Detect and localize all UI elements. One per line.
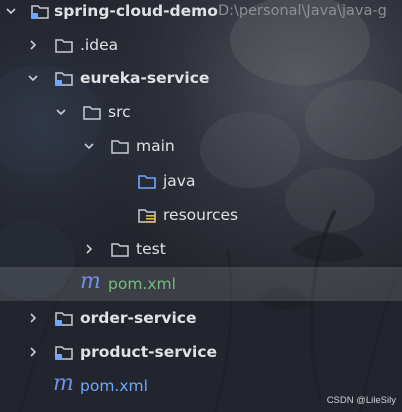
tree-row-java[interactable]: java: [0, 164, 402, 198]
module-folder-icon: [31, 5, 49, 19]
tree-label-test: test: [136, 240, 166, 258]
folder-icon: [111, 140, 129, 154]
maven-icon: m: [80, 269, 101, 294]
project-tree: spring-cloud-demo D:\personal\Java\java-…: [0, 0, 402, 412]
module-folder-icon: [55, 72, 73, 86]
folder-icon: [83, 106, 101, 120]
tree-row-root[interactable]: spring-cloud-demo D:\personal\Java\java-…: [0, 0, 402, 28]
module-folder-icon: [55, 346, 73, 360]
tree-row-product-service[interactable]: product-service: [0, 335, 402, 369]
tree-label-main: main: [136, 137, 175, 155]
tree-row-idea[interactable]: .idea: [0, 28, 402, 62]
chevron-right-icon[interactable]: [26, 311, 40, 325]
tree-row-eureka-service[interactable]: eureka-service: [0, 61, 402, 95]
resources-folder-icon: [138, 209, 156, 223]
chevron-down-icon[interactable]: [26, 71, 40, 85]
tree-label-eureka-service: eureka-service: [80, 69, 210, 87]
tree-label-root-pom-xml: pom.xml: [80, 377, 148, 395]
tree-row-main[interactable]: main: [0, 129, 402, 163]
chevron-down-icon[interactable]: [54, 105, 68, 119]
tree-row-order-service[interactable]: order-service: [0, 301, 402, 335]
chevron-right-icon[interactable]: [26, 345, 40, 359]
tree-label-order-service: order-service: [80, 309, 197, 327]
tree-row-test[interactable]: test: [0, 232, 402, 266]
tree-label-eureka-pom-xml: pom.xml: [108, 275, 176, 293]
maven-icon: m: [53, 371, 74, 396]
tree-label-product-service: product-service: [80, 343, 218, 361]
folder-icon: [111, 243, 129, 257]
root-project-name: spring-cloud-demo: [54, 2, 218, 20]
chevron-right-icon[interactable]: [82, 242, 96, 256]
module-folder-icon: [55, 312, 73, 326]
tree-label-src: src: [108, 103, 131, 121]
tree-row-resources[interactable]: resources: [0, 198, 402, 232]
chevron-right-icon[interactable]: [26, 38, 40, 52]
tree-label-java: java: [163, 172, 196, 190]
tree-label-resources: resources: [163, 206, 239, 224]
tree-label-idea: .idea: [80, 36, 119, 54]
folder-icon: [55, 39, 73, 53]
source-folder-icon: [138, 175, 156, 189]
root-project-path: D:\personal\Java\java-g: [218, 3, 387, 19]
watermark-text: CSDN @LileSily: [326, 395, 396, 406]
tree-row-eureka-pom-xml[interactable]: m pom.xml: [0, 267, 402, 301]
chevron-down-icon[interactable]: [82, 139, 96, 153]
chevron-down-icon[interactable]: [4, 4, 18, 18]
tree-row-src[interactable]: src: [0, 95, 402, 129]
